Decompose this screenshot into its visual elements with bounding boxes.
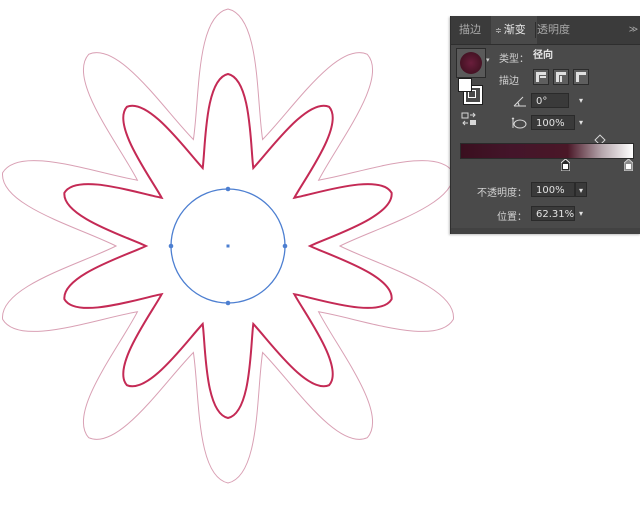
tab-gradient-label: 渐变: [503, 23, 526, 36]
tab-transparency[interactable]: 透明度: [537, 16, 597, 44]
tab-gradient[interactable]: ≑ 渐变: [491, 16, 537, 44]
anchor-point-bottom[interactable]: [225, 300, 231, 306]
gradient-slider[interactable]: [460, 143, 634, 159]
anchor-point-right[interactable]: [282, 243, 288, 249]
panel-footer: [451, 228, 640, 234]
tab-separator: [535, 22, 536, 38]
type-label: 类型：: [499, 54, 529, 65]
stroke-gradient-across-button[interactable]: [573, 69, 589, 85]
location-dropdown-chevron-icon[interactable]: ▾: [575, 206, 587, 221]
gradient-stop-white[interactable]: [624, 159, 633, 171]
angle-input[interactable]: 0°: [531, 93, 569, 108]
stroke-across-icon: [576, 72, 586, 82]
aspect-ratio-input[interactable]: 100%: [531, 115, 575, 130]
fill-color-box[interactable]: [458, 78, 472, 92]
type-value[interactable]: 径向: [533, 48, 633, 64]
gradient-panel: 描边 ≑ 渐变 透明度 ≫ ▾ 类型： 径向 描边 0° ▾ 100% ▾ 不透…: [450, 16, 640, 234]
center-point[interactable]: [226, 244, 230, 248]
stroke-label: 描边: [499, 76, 519, 87]
location-input[interactable]: 62.31%: [531, 206, 575, 221]
panel-menu-icon[interactable]: ≫: [626, 16, 640, 44]
gradient-swatch-preview: [460, 52, 482, 74]
chevron-down-icon[interactable]: ▾: [486, 56, 490, 64]
stroke-gradient-along-button[interactable]: [553, 69, 569, 85]
gradient-swatch[interactable]: [456, 48, 486, 78]
opacity-dropdown-chevron-icon[interactable]: ▾: [575, 182, 587, 197]
location-label: 位置：: [497, 212, 527, 223]
aspect-ratio-icon: [511, 117, 527, 129]
aspect-dropdown-chevron-icon[interactable]: ▾: [575, 115, 587, 130]
collapse-arrows-icon: ≑: [495, 26, 502, 35]
angle-dropdown-chevron-icon[interactable]: ▾: [575, 93, 587, 108]
angle-icon: [513, 96, 526, 107]
opacity-label: 不透明度：: [477, 188, 527, 199]
reverse-gradient-icon[interactable]: [461, 112, 477, 126]
gradient-stop-dark[interactable]: [561, 159, 570, 171]
opacity-input[interactable]: 100%: [531, 182, 575, 197]
stroke-along-icon: [556, 72, 566, 82]
tab-stroke[interactable]: 描边: [451, 16, 493, 44]
anchor-point-top[interactable]: [225, 186, 231, 192]
panel-tab-bar: 描边 ≑ 渐变 透明度 ≫: [451, 16, 640, 45]
anchor-point-left[interactable]: [168, 243, 174, 249]
stroke-gradient-within-button[interactable]: [533, 69, 549, 85]
stroke-within-icon: [536, 72, 546, 82]
